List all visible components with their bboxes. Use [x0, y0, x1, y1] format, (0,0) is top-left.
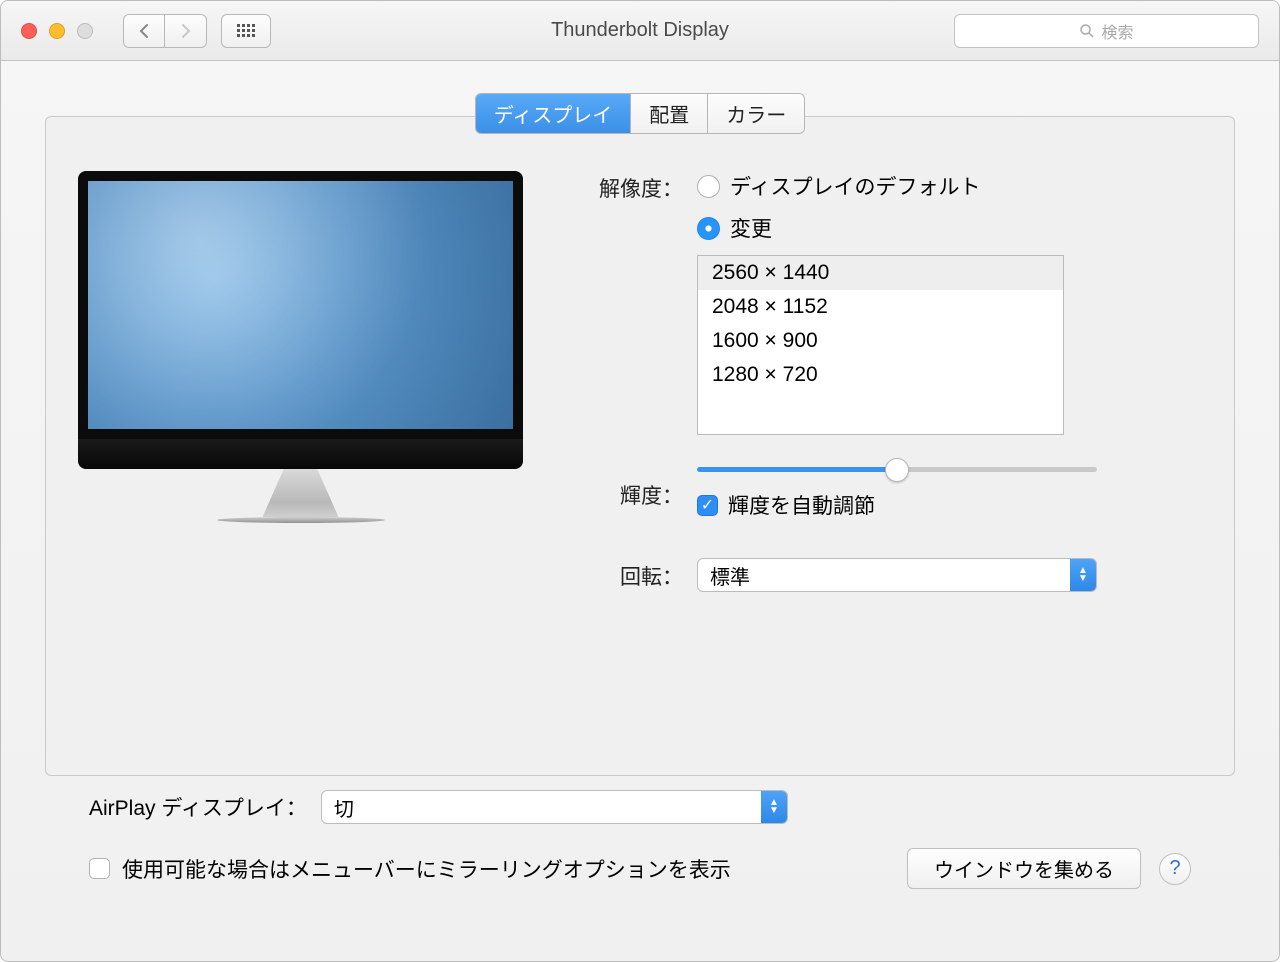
preferences-window: Thunderbolt Display 検索 ディスプレイ 配置 カラー: [0, 0, 1280, 962]
tab-display[interactable]: ディスプレイ: [476, 94, 632, 133]
gather-windows-button[interactable]: ウインドウを集める: [907, 848, 1141, 889]
resolution-label: 解像度：: [553, 171, 683, 203]
chevron-left-icon: [138, 23, 150, 39]
auto-brightness-checkbox[interactable]: ✓ 輝度を自動調節: [697, 490, 1202, 520]
updown-arrows-icon: ▲▼: [761, 791, 787, 823]
radio-selected-icon: [697, 217, 720, 240]
slider-thumb[interactable]: [885, 458, 909, 482]
auto-brightness-label: 輝度を自動調節: [728, 490, 875, 520]
controls: 解像度： ディスプレイのデフォルト 変更 2560 × 1440 2048: [553, 171, 1202, 735]
grid-icon: [237, 24, 255, 37]
resolution-option-3[interactable]: 1280 × 720: [698, 358, 1063, 392]
resolution-option-2[interactable]: 1600 × 900: [698, 324, 1063, 358]
resolution-default-radio[interactable]: ディスプレイのデフォルト: [697, 171, 1202, 201]
brightness-row: 輝度： ✓ 輝度を自動調節: [553, 467, 1202, 520]
brightness-slider[interactable]: [697, 467, 1097, 472]
search-input[interactable]: 検索: [954, 14, 1259, 48]
body: ディスプレイ 配置 カラー 解像度：: [1, 61, 1279, 961]
tab-bar: ディスプレイ 配置 カラー: [475, 93, 806, 134]
titlebar: Thunderbolt Display 検索: [1, 1, 1279, 61]
rotation-row: 回転： 標準 ▲▼: [553, 558, 1202, 592]
airplay-select[interactable]: 切 ▲▼: [321, 790, 788, 824]
footer: AirPlay ディスプレイ： 切 ▲▼ 使用可能な場合はメニューバーにミラーリ…: [45, 776, 1235, 913]
display-panel: 解像度： ディスプレイのデフォルト 変更 2560 × 1440 2048: [45, 116, 1235, 776]
help-button[interactable]: ?: [1159, 853, 1191, 885]
mirror-option-checkbox[interactable]: 使用可能な場合はメニューバーにミラーリングオプションを表示: [89, 854, 731, 884]
resolution-list[interactable]: 2560 × 1440 2048 × 1152 1600 × 900 1280 …: [697, 255, 1064, 435]
zoom-window-button: [77, 23, 93, 39]
checkbox-checked-icon: ✓: [697, 495, 718, 516]
checkbox-unchecked-icon: [89, 858, 110, 879]
nav-buttons: [123, 14, 207, 48]
monitor-preview: [78, 171, 523, 735]
airplay-value: 切: [322, 793, 366, 822]
minimize-window-button[interactable]: [49, 23, 65, 39]
tab-color[interactable]: カラー: [708, 94, 804, 133]
airplay-row: AirPlay ディスプレイ： 切 ▲▼: [89, 790, 1191, 824]
resolution-option-0[interactable]: 2560 × 1440: [698, 256, 1063, 290]
brightness-label: 輝度：: [553, 478, 683, 510]
window-title: Thunderbolt Display: [551, 19, 729, 42]
updown-arrows-icon: ▲▼: [1070, 559, 1096, 591]
monitor-image: [78, 171, 523, 523]
forward-button[interactable]: [165, 14, 207, 48]
resolution-option-1[interactable]: 2048 × 1152: [698, 290, 1063, 324]
search-icon: [1079, 23, 1095, 39]
back-button[interactable]: [123, 14, 165, 48]
close-window-button[interactable]: [21, 23, 37, 39]
resolution-scaled-label: 変更: [730, 213, 772, 243]
tab-arrangement[interactable]: 配置: [631, 94, 708, 133]
rotation-value: 標準: [698, 561, 762, 590]
bottom-row: 使用可能な場合はメニューバーにミラーリングオプションを表示 ウインドウを集める …: [89, 848, 1191, 889]
window-controls: [21, 23, 93, 39]
mirror-option-label: 使用可能な場合はメニューバーにミラーリングオプションを表示: [122, 854, 731, 884]
resolution-row: 解像度： ディスプレイのデフォルト 変更 2560 × 1440 2048: [553, 171, 1202, 435]
chevron-right-icon: [180, 23, 192, 39]
show-all-button[interactable]: [221, 14, 271, 48]
radio-icon: [697, 175, 720, 198]
rotation-select[interactable]: 標準 ▲▼: [697, 558, 1097, 592]
airplay-label: AirPlay ディスプレイ：: [89, 792, 307, 822]
search-placeholder: 検索: [1101, 19, 1133, 43]
rotation-label: 回転：: [553, 559, 683, 591]
resolution-default-label: ディスプレイのデフォルト: [730, 171, 981, 201]
resolution-scaled-radio[interactable]: 変更: [697, 213, 1202, 243]
